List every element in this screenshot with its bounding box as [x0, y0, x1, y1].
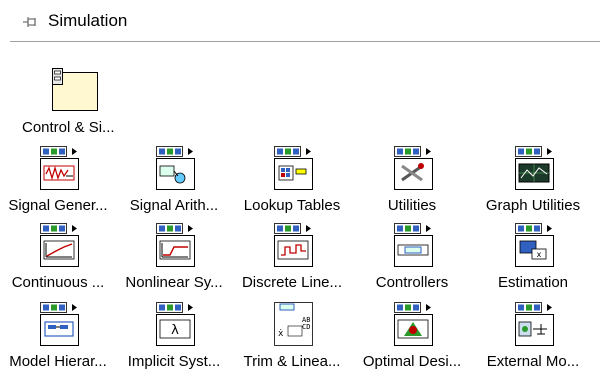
- folder-item-control-sim[interactable]: Control & Si...: [0, 0, 120, 136]
- palette-item-label: Signal Arith...: [129, 197, 219, 214]
- palette-item-label: Utilities: [387, 197, 437, 214]
- palette-item-label: Controllers: [375, 274, 449, 291]
- implicit-systems-icon: λ: [156, 302, 195, 346]
- continuous-icon: [40, 223, 79, 267]
- palette-item-label: External Mo...: [486, 353, 580, 370]
- svg-text:λ: λ: [171, 323, 179, 338]
- palette-item-label: Model Hierar...: [9, 353, 107, 370]
- palette-item-label: Lookup Tables: [243, 197, 341, 214]
- signal-arithmetic-icon: [156, 146, 195, 190]
- palette-item-label: Nonlinear Sy...: [125, 274, 223, 291]
- svg-text:CD: CD: [302, 323, 310, 331]
- palette-item-14[interactable]: Optimal Desi...: [352, 302, 472, 382]
- palette-item-label: Implicit Syst...: [127, 353, 221, 370]
- signal-generator-icon: [40, 146, 79, 190]
- nonlinear-systems-icon: [156, 223, 195, 267]
- palette-item-10[interactable]: x Estimation: [473, 223, 593, 303]
- svg-text:x: x: [537, 250, 542, 259]
- utilities-icon: [394, 146, 433, 190]
- palette-item-label: Discrete Line...: [241, 274, 343, 291]
- graph-utilities-icon: [515, 146, 554, 190]
- palette-item-2[interactable]: Signal Arith...: [114, 146, 234, 226]
- palette-item-label: Optimal Desi...: [362, 353, 462, 370]
- palette-item-8[interactable]: Discrete Line...: [232, 223, 352, 303]
- palette-item-4[interactable]: Utilities: [352, 146, 472, 226]
- model-hierarchy-icon: [40, 302, 79, 346]
- palette-item-1[interactable]: Signal Gener...: [0, 146, 118, 226]
- external-models-icon: [515, 302, 554, 346]
- palette-item-3[interactable]: Lookup Tables: [232, 146, 352, 226]
- palette-item-15[interactable]: External Mo...: [473, 302, 593, 382]
- discrete-linear-icon: [274, 223, 313, 267]
- palette-item-7[interactable]: Nonlinear Sy...: [114, 223, 234, 303]
- folder-icon: [52, 68, 98, 111]
- palette-item-11[interactable]: Model Hierar...: [0, 302, 118, 382]
- estimation-icon: x: [515, 223, 554, 267]
- palette-item-9[interactable]: Controllers: [352, 223, 472, 303]
- trim-linearize-icon: ẋABCD: [274, 302, 313, 346]
- palette-item-12[interactable]: λ Implicit Syst...: [114, 302, 234, 382]
- palette-item-label: Estimation: [497, 274, 569, 291]
- palette-item-5[interactable]: Graph Utilities: [473, 146, 593, 226]
- optimal-design-icon: [394, 302, 433, 346]
- palette-item-6[interactable]: Continuous ...: [0, 223, 118, 303]
- palette-item-label: Continuous ...: [11, 274, 105, 291]
- controllers-icon: [394, 223, 433, 267]
- folder-label: Control & Si...: [22, 119, 115, 136]
- palette-item-label: Graph Utilities: [485, 197, 581, 214]
- svg-text:ẋ: ẋ: [278, 329, 284, 339]
- simulation-palette: Simulation Control & Si... Signal Gener.…: [0, 0, 606, 383]
- palette-item-label: Signal Gener...: [8, 197, 108, 214]
- palette-item-13[interactable]: ẋ AB CD Trim & Linea...: [232, 302, 352, 382]
- palette-item-label: Trim & Linea...: [243, 353, 341, 370]
- lookup-tables-icon: [274, 146, 313, 190]
